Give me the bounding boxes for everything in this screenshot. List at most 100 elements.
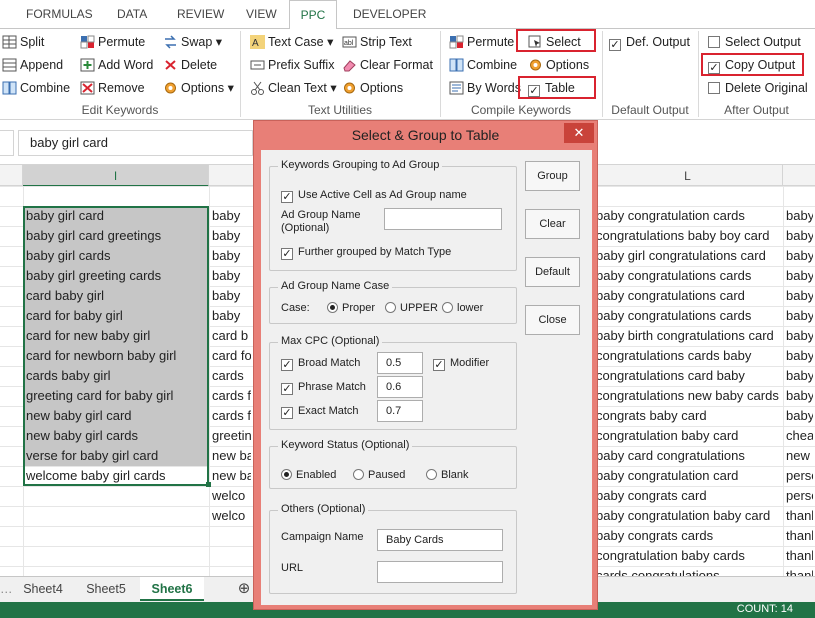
cell-m[interactable]: baby [786,206,813,226]
cell-l[interactable]: baby congrats card [596,486,781,506]
sheet-tab-sheet5[interactable]: Sheet5 [76,577,136,601]
cell-i[interactable]: card baby girl [26,286,207,306]
exact-match-input[interactable]: 0.7 [377,400,423,422]
cell-m[interactable]: cheap [786,426,813,446]
strip-text-button[interactable]: abl Strip Text [342,32,412,52]
cell-m[interactable]: baby [786,406,813,426]
combine-button[interactable]: Combine [2,78,70,98]
case-lower-radio[interactable]: lower [442,302,483,314]
def-output-checkbox[interactable]: ✓ Def. Output [609,32,690,52]
remove-button[interactable]: Remove [80,78,145,98]
cell-m[interactable]: perso [786,466,813,486]
status-blank-radio[interactable]: Blank [426,469,469,481]
tab-view[interactable]: VIEW [246,0,277,28]
cell-m[interactable]: baby [786,366,813,386]
permute-button[interactable]: Permute [80,32,145,52]
status-enabled-radio[interactable]: Enabled [281,469,336,481]
case-upper-radio[interactable]: UPPER [385,302,438,314]
sheet-scroll-ellipsis[interactable]: … [0,577,13,601]
cell-j[interactable]: cards [212,366,251,386]
tab-data[interactable]: DATA [117,0,147,28]
cell-m[interactable]: new [786,446,813,466]
tab-ppc[interactable]: PPC [289,0,337,29]
compile-options-button[interactable]: Options [528,55,589,75]
close-button[interactable]: Close [525,305,580,335]
cell-l[interactable]: baby congratulations cards [596,266,781,286]
cell-i[interactable]: cards baby girl [26,366,207,386]
exact-match-checkbox[interactable]: ✓ Exact Match [281,405,359,419]
cell-l[interactable]: baby card congratulations [596,446,781,466]
cell-i[interactable]: greeting card for baby girl [26,386,207,406]
cell-j[interactable]: baby [212,306,251,326]
text-options-button[interactable]: Options [342,78,403,98]
edit-options-button[interactable]: Options ▾ [163,78,234,98]
cell-l[interactable]: baby congrats cards [596,526,781,546]
column-header-m[interactable] [783,165,815,187]
url-input[interactable] [377,561,503,583]
cell-j[interactable]: card b [212,326,251,346]
cell-l[interactable]: congratulation baby cards [596,546,781,566]
column-header-l[interactable]: L [593,165,783,187]
cell-i[interactable]: baby girl cards [26,246,207,266]
sheet-tab-sheet6[interactable]: Sheet6 [140,577,204,601]
default-button[interactable]: Default [525,257,580,287]
cell-j[interactable]: new ba [212,466,251,486]
cell-j[interactable]: greetin [212,426,251,446]
cell-l[interactable]: congratulations card baby [596,366,781,386]
formula-input[interactable]: baby girl card [18,130,253,156]
cell-i[interactable]: verse for baby girl card [26,446,207,466]
cell-i[interactable]: baby girl card greetings [26,226,207,246]
cell-l[interactable]: congratulations baby boy card [596,226,781,246]
status-paused-radio[interactable]: Paused [353,469,405,481]
select-output-checkbox[interactable]: Select Output [708,32,801,52]
cell-j[interactable]: cards f [212,406,251,426]
cell-m[interactable]: baby [786,346,813,366]
cell-i[interactable]: card for newborn baby girl [26,346,207,366]
clear-format-button[interactable]: Clear Format [342,55,433,75]
cell-l[interactable]: baby congratulation baby card [596,506,781,526]
dialog-title[interactable]: Select & Group to Table [254,121,597,149]
cell-m[interactable]: thank [786,526,813,546]
by-words-button[interactable]: By Words [449,78,521,98]
cell-m[interactable]: baby [786,286,813,306]
ad-group-name-input[interactable] [384,208,502,230]
cell-l[interactable]: baby congratulation cards [596,206,781,226]
cell-m[interactable]: baby [786,306,813,326]
compile-combine-button[interactable]: Combine [449,55,517,75]
cell-j[interactable]: welco [212,486,251,506]
phrase-match-checkbox[interactable]: ✓ Phrase Match [281,381,366,395]
use-active-cell-checkbox[interactable]: ✓ Use Active Cell as Ad Group name [281,189,467,203]
tab-developer[interactable]: DEVELOPER [353,0,426,28]
cell-m[interactable]: baby [786,246,813,266]
compile-permute-button[interactable]: Permute [449,32,514,52]
cell-j[interactable]: cards f [212,386,251,406]
cell-j[interactable]: baby [212,226,251,246]
clear-button[interactable]: Clear [525,209,580,239]
cell-m[interactable]: thank [786,506,813,526]
prefix-suffix-button[interactable]: Prefix Suffix [250,55,334,75]
append-button[interactable]: Append [2,55,63,75]
cell-m[interactable]: baby [786,386,813,406]
tab-review[interactable]: REVIEW [177,0,224,28]
cell-j[interactable]: baby [212,266,251,286]
cell-m[interactable]: thank [786,546,813,566]
tab-formulas[interactable]: FORMULAS [26,0,93,28]
modifier-checkbox[interactable]: ✓ Modifier [433,357,489,371]
cell-l[interactable]: congratulation baby card [596,426,781,446]
add-sheet-icon[interactable]: ⊕ [234,577,254,601]
clean-text-button[interactable]: Clean Text ▾ [250,78,337,98]
cell-m[interactable]: baby [786,226,813,246]
cell-i[interactable]: card for new baby girl [26,326,207,346]
case-proper-radio[interactable]: Proper [327,302,375,314]
cell-j[interactable]: card fo [212,346,251,366]
cell-j[interactable]: new ba [212,446,251,466]
cell-j[interactable]: baby [212,286,251,306]
phrase-match-input[interactable]: 0.6 [377,376,423,398]
group-button[interactable]: Group [525,161,580,191]
cell-i[interactable]: baby girl greeting cards [26,266,207,286]
text-case-button[interactable]: A Text Case ▾ [250,32,333,52]
cell-i[interactable]: baby girl card [26,206,207,226]
sheet-tab-sheet4[interactable]: Sheet4 [14,577,72,601]
cell-i[interactable]: new baby girl cards [26,426,207,446]
cell-l[interactable]: baby birth congratulations card [596,326,781,346]
